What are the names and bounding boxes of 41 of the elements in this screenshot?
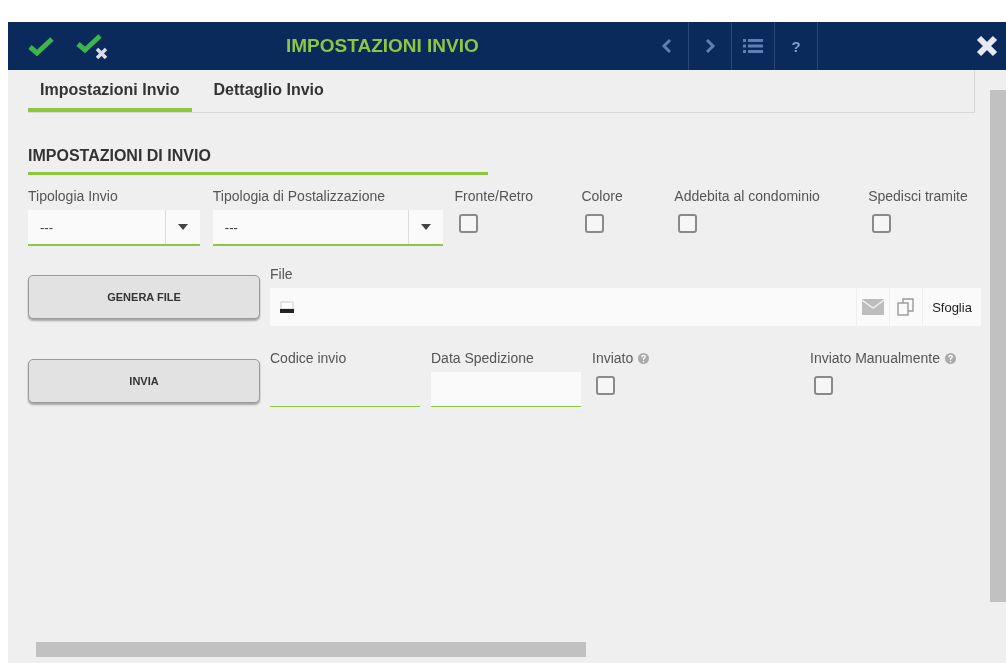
list-icon[interactable] — [743, 38, 763, 54]
field-label: Inviato — [592, 350, 634, 366]
checkbox[interactable] — [585, 214, 605, 233]
copy-icon[interactable] — [896, 297, 916, 317]
drive-icon — [280, 301, 294, 313]
help-button[interactable]: ? — [791, 37, 801, 55]
text-field[interactable] — [431, 372, 581, 407]
checkbox[interactable] — [814, 376, 833, 395]
caret-icon — [420, 224, 431, 230]
tab[interactable]: Dettaglio Invio — [201, 70, 336, 112]
send-button[interactable]: INVIA — [28, 359, 260, 403]
field-label: Colore — [581, 188, 624, 204]
field-label: Fronte/Retro — [454, 188, 535, 204]
field-label: Codice invio — [270, 350, 347, 366]
field-label: Spedisci tramite — [868, 188, 969, 204]
field-label: Addebita al condominio — [674, 188, 821, 204]
dropdown[interactable]: --- — [212, 210, 443, 246]
file-field[interactable] — [270, 288, 856, 326]
section-title: IMPOSTAZIONI DI INVIO — [28, 147, 488, 175]
field-label: Tipologia di Postalizzazione — [212, 188, 387, 204]
window-title: IMPOSTAZIONI INVIO — [286, 35, 480, 57]
field-label: Data Spedizione — [431, 350, 534, 366]
dropdown[interactable]: --- — [28, 210, 200, 246]
help-icon[interactable] — [944, 352, 956, 364]
checkbox[interactable] — [596, 376, 615, 395]
envelope-icon[interactable] — [862, 299, 884, 315]
chevron-left-icon[interactable] — [661, 38, 673, 54]
checkbox[interactable] — [458, 214, 478, 233]
generate-file-button[interactable]: GENERA FILE — [28, 275, 260, 319]
checkbox[interactable] — [872, 214, 892, 233]
help-icon[interactable] — [638, 352, 650, 364]
caret-icon — [178, 224, 188, 230]
check-icon[interactable] — [28, 36, 54, 56]
browse-button[interactable]: Sfoglia — [923, 288, 981, 326]
field-label: File — [270, 266, 294, 282]
field-label: Inviato Manualmente — [810, 350, 940, 366]
tab[interactable]: Impostazioni Invio — [28, 70, 192, 112]
checkbox[interactable] — [678, 214, 698, 233]
chevron-right-icon[interactable] — [704, 38, 716, 54]
field-label: Tipologia Invio — [28, 188, 119, 204]
close-icon[interactable] — [976, 35, 998, 57]
